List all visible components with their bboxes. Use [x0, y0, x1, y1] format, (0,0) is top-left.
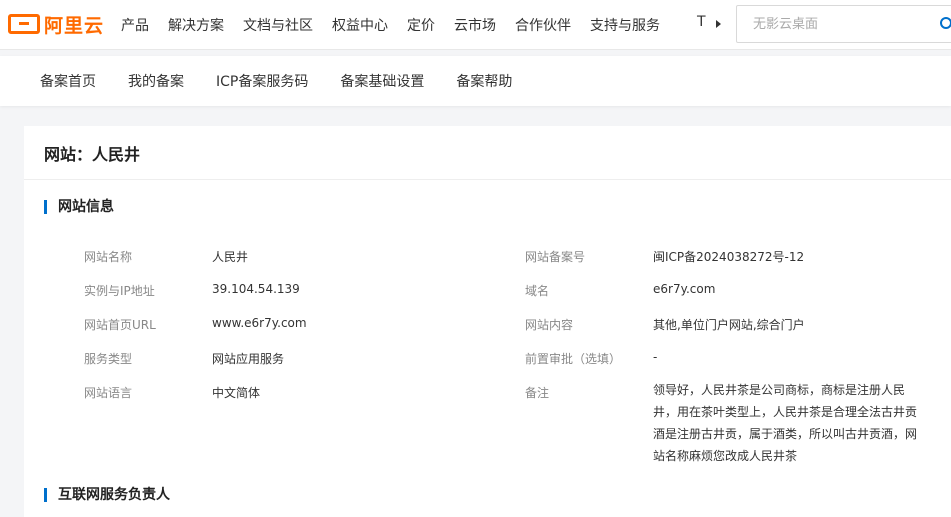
value-site-content: 其他,单位门户网站,综合门户	[653, 318, 805, 332]
subnav-basic-settings[interactable]: 备案基础设置	[340, 71, 424, 91]
value-site-name: 人民井	[212, 250, 249, 264]
nav-item-pricing[interactable]: 定价	[407, 15, 435, 35]
label-pre-approval: 前置审批（选填）	[525, 352, 622, 366]
subnav-icp-service-code[interactable]: ICP备案服务码	[216, 71, 308, 91]
label-homepage-url: 网站首页URL	[84, 318, 156, 332]
section-title-responsible: 互联网服务负责人	[44, 488, 170, 502]
value-instance-ip: 39.104.54.139	[212, 282, 300, 296]
label-filing-number: 网站备案号	[525, 250, 586, 264]
nav-item-marketplace[interactable]: 云市场	[454, 15, 496, 35]
search-input[interactable]	[737, 6, 927, 42]
subnav-help[interactable]: 备案帮助	[456, 71, 512, 91]
nav-item-partners[interactable]: 合作伙伴	[515, 15, 571, 35]
nav-item-benefits[interactable]: 权益中心	[332, 15, 388, 35]
label-service-type: 服务类型	[84, 352, 133, 366]
main-nav: 产品 解决方案 文档与社区 权益中心 定价 云市场 合作伙伴 支持与服务	[121, 0, 679, 50]
top-navbar: 阿里云 产品 解决方案 文档与社区 权益中心 定价 云市场 合作伙伴 支持与服务…	[0, 0, 951, 50]
nav-item-solutions[interactable]: 解决方案	[168, 15, 224, 35]
value-filing-number: 闽ICP备2024038272号-12	[653, 250, 805, 264]
value-service-type: 网站应用服务	[212, 352, 285, 366]
value-homepage-url: www.e6r7y.com	[212, 316, 307, 330]
label-domain: 域名	[525, 284, 550, 298]
subnav-icp-home[interactable]: 备案首页	[40, 71, 96, 91]
label-site-language: 网站语言	[84, 386, 133, 400]
section-title-site-info: 网站信息	[44, 200, 114, 214]
label-site-name: 网站名称	[84, 250, 133, 264]
aliyun-logo[interactable]: 阿里云	[8, 12, 105, 37]
icp-subnav: 备案首页 我的备案 ICP备案服务码 备案基础设置 备案帮助	[0, 56, 951, 106]
value-site-language: 中文简体	[212, 386, 261, 400]
value-pre-approval: -	[653, 350, 658, 364]
subnav-my-filings[interactable]: 我的备案	[128, 71, 184, 91]
label-site-content: 网站内容	[525, 318, 574, 332]
site-detail-card: 网站：人民井 网站信息 网站名称 人民井 实例与IP地址 39.104.54.1…	[24, 126, 951, 517]
label-instance-ip: 实例与IP地址	[84, 284, 155, 298]
value-remarks: 领导好，人民井茶是公司商标，商标是注册人民井，用在茶叶类型上，人民井茶是合理全法…	[653, 383, 918, 463]
nav-item-support[interactable]: 支持与服务	[590, 15, 660, 35]
nav-item-docs-community[interactable]: 文档与社区	[243, 15, 313, 35]
search-box	[736, 5, 951, 43]
nav-overflow-text: T	[697, 14, 706, 30]
search-icon[interactable]	[940, 17, 951, 29]
nav-item-products[interactable]: 产品	[121, 15, 149, 35]
nav-scroll-right-icon[interactable]	[716, 20, 721, 28]
card-header: 网站：人民井	[24, 126, 951, 180]
logo-icon	[8, 14, 40, 34]
logo-text: 阿里云	[44, 14, 105, 37]
value-domain: e6r7y.com	[653, 282, 716, 296]
label-remarks: 备注	[525, 386, 550, 400]
page-title: 网站：人民井	[44, 144, 141, 164]
